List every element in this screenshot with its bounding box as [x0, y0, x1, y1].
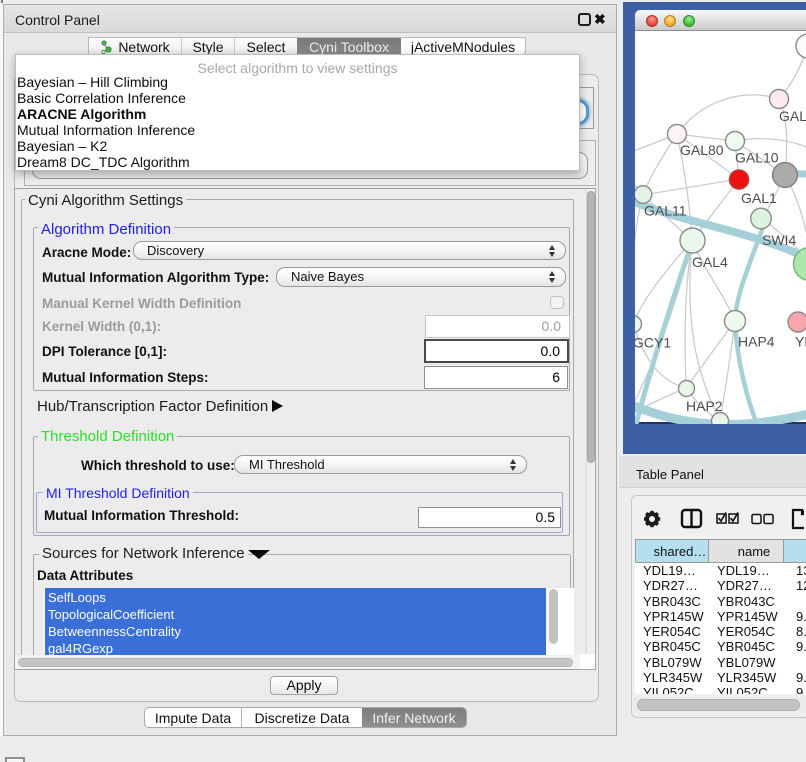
svg-text:HAP4: HAP4	[738, 334, 775, 350]
svg-text:GAL80: GAL80	[680, 142, 724, 158]
svg-text:GAL11: GAL11	[644, 203, 687, 219]
svg-text:GAL10: GAL10	[735, 150, 779, 166]
svg-text:GCY1: GCY1	[635, 335, 671, 351]
svg-text:HAP2: HAP2	[686, 398, 723, 414]
svg-text:GAL4: GAL4	[692, 254, 728, 270]
svg-text:YP: YP	[795, 334, 806, 350]
svg-text:GAL1: GAL1	[741, 190, 777, 206]
svg-text:GAL7: GAL7	[779, 108, 806, 124]
svg-text:SWI4: SWI4	[762, 232, 796, 248]
